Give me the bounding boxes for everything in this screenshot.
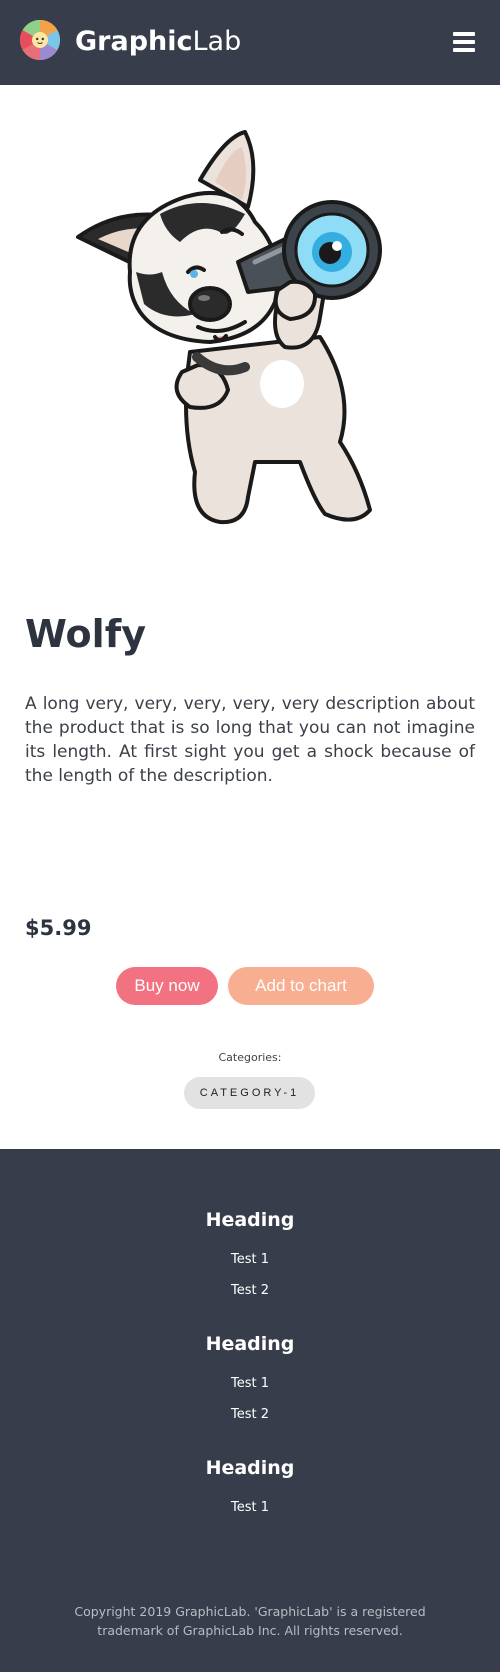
copyright-text: Copyright 2019 GraphicLab. 'GraphicLab' … xyxy=(74,1604,426,1638)
footer-heading: Heading xyxy=(205,1209,295,1231)
footer-link[interactable]: Test 2 xyxy=(0,1281,500,1301)
brand-name[interactable]: GraphicLab xyxy=(75,22,241,62)
add-to-cart-button[interactable]: Add to chart xyxy=(228,967,374,1005)
footer-heading: Heading xyxy=(205,1333,295,1355)
site-header: GraphicLab xyxy=(0,0,500,85)
categories-label: Categories: xyxy=(218,1051,282,1064)
color-wheel-logo-icon[interactable] xyxy=(19,19,61,61)
footer-link[interactable]: Test 1 xyxy=(0,1374,500,1394)
brand-name-bold: Graphic xyxy=(75,26,193,57)
footer-link[interactable]: Test 2 xyxy=(0,1405,500,1425)
buy-now-button[interactable]: Buy now xyxy=(116,967,218,1005)
category-chip[interactable]: CATEGORY-1 xyxy=(184,1077,315,1109)
footer-link[interactable]: Test 1 xyxy=(0,1498,500,1518)
product-image xyxy=(76,130,382,525)
product-title: Wolfy xyxy=(25,612,146,656)
product-price: $5.99 xyxy=(25,916,92,940)
footer-link[interactable]: Test 1 xyxy=(0,1250,500,1270)
brand-name-light: Lab xyxy=(192,26,242,57)
hamburger-menu-icon[interactable] xyxy=(450,28,478,56)
product-description: A long very, very, very, very, very desc… xyxy=(25,694,475,786)
footer-heading: Heading xyxy=(205,1457,295,1479)
